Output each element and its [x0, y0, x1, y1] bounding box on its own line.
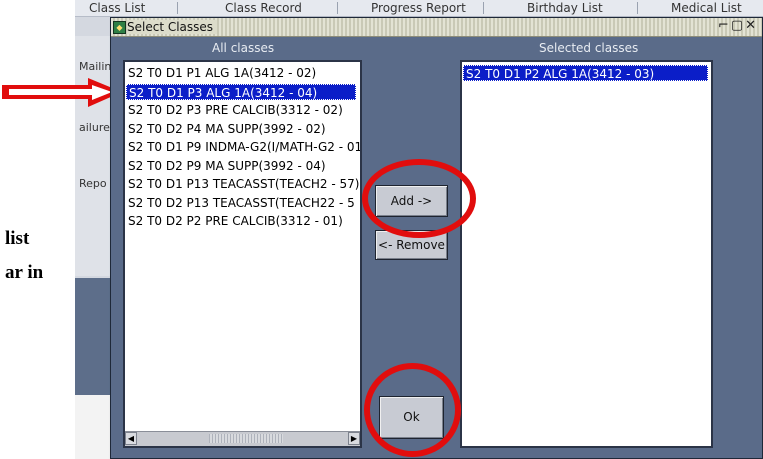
class-list-item[interactable]: S2 T0 D1 P13 TEACASST(TEACH2 - 57): [126, 176, 359, 192]
dialog-title: Select Classes: [127, 20, 218, 34]
class-list-item[interactable]: S2 T0 D2 P13 TEACASST(TEACH22 - 5: [126, 195, 358, 211]
tab-class-list[interactable]: Class List: [89, 1, 145, 15]
add-button[interactable]: Add ->: [375, 185, 448, 217]
all-classes-label: All classes: [212, 41, 275, 55]
selected-class-item[interactable]: S2 T0 D1 P2 ALG 1A(3412 - 03): [463, 65, 708, 81]
tab-separator: [177, 2, 178, 14]
document-text-line: ar in: [5, 262, 44, 283]
tab-separator: [637, 2, 638, 14]
class-list-item[interactable]: S2 T0 D2 P3 PRE CALCIB(3312 - 02): [126, 102, 358, 118]
scrollbar-thumb[interactable]: [209, 434, 283, 443]
selected-classes-label: Selected classes: [539, 41, 639, 55]
left-label-failure[interactable]: ailure: [79, 121, 110, 134]
class-list-item[interactable]: S2 T0 D1 P9 INDMA-G2(I/MATH-G2 - 01): [126, 139, 360, 155]
background-tab-bar: Class List Class Record Progress Report …: [75, 0, 763, 17]
dialog-titlebar[interactable]: ◆ Select Classes ⌐▢✕: [111, 18, 762, 37]
selected-classes-list[interactable]: S2 T0 D1 P2 ALG 1A(3412 - 03): [460, 60, 713, 448]
tab-birthday-list[interactable]: Birthday List: [527, 1, 603, 15]
class-list-item[interactable]: S2 T0 D2 P2 PRE CALCIB(3312 - 01): [126, 213, 358, 229]
ok-button[interactable]: Ok: [379, 396, 444, 439]
scroll-right-icon[interactable]: ▶: [348, 432, 360, 445]
left-label-report[interactable]: Repo: [79, 177, 107, 190]
class-list-item[interactable]: S2 T0 D2 P4 MA SUPP(3992 - 02): [126, 121, 358, 137]
tab-separator: [337, 2, 338, 14]
all-classes-list[interactable]: S2 T0 D1 P1 ALG 1A(3412 - 02) S2 T0 D1 P3…: [123, 60, 362, 448]
tab-separator: [483, 2, 484, 14]
class-list-item[interactable]: S2 T0 D1 P3 ALG 1A(3412 - 04): [126, 83, 356, 100]
tab-class-record[interactable]: Class Record: [225, 1, 302, 15]
horizontal-scrollbar[interactable]: ◀ ▶: [125, 431, 360, 446]
app-icon: ◆: [113, 21, 126, 34]
tab-medical-list[interactable]: Medical List: [671, 1, 742, 15]
window-controls-icon[interactable]: ⌐▢✕: [718, 18, 758, 33]
red-arrow-annotation: [2, 78, 122, 107]
class-list-item[interactable]: S2 T0 D1 P1 ALG 1A(3412 - 02): [126, 65, 358, 81]
class-list-item[interactable]: S2 T0 D2 P9 MA SUPP(3992 - 04): [126, 158, 358, 174]
remove-button[interactable]: <- Remove: [375, 230, 448, 260]
scroll-left-icon[interactable]: ◀: [125, 432, 137, 445]
select-classes-dialog: ◆ Select Classes ⌐▢✕ All classes Selecte…: [110, 17, 763, 459]
tab-progress-report[interactable]: Progress Report: [371, 1, 466, 15]
document-text-line: list: [5, 228, 30, 249]
